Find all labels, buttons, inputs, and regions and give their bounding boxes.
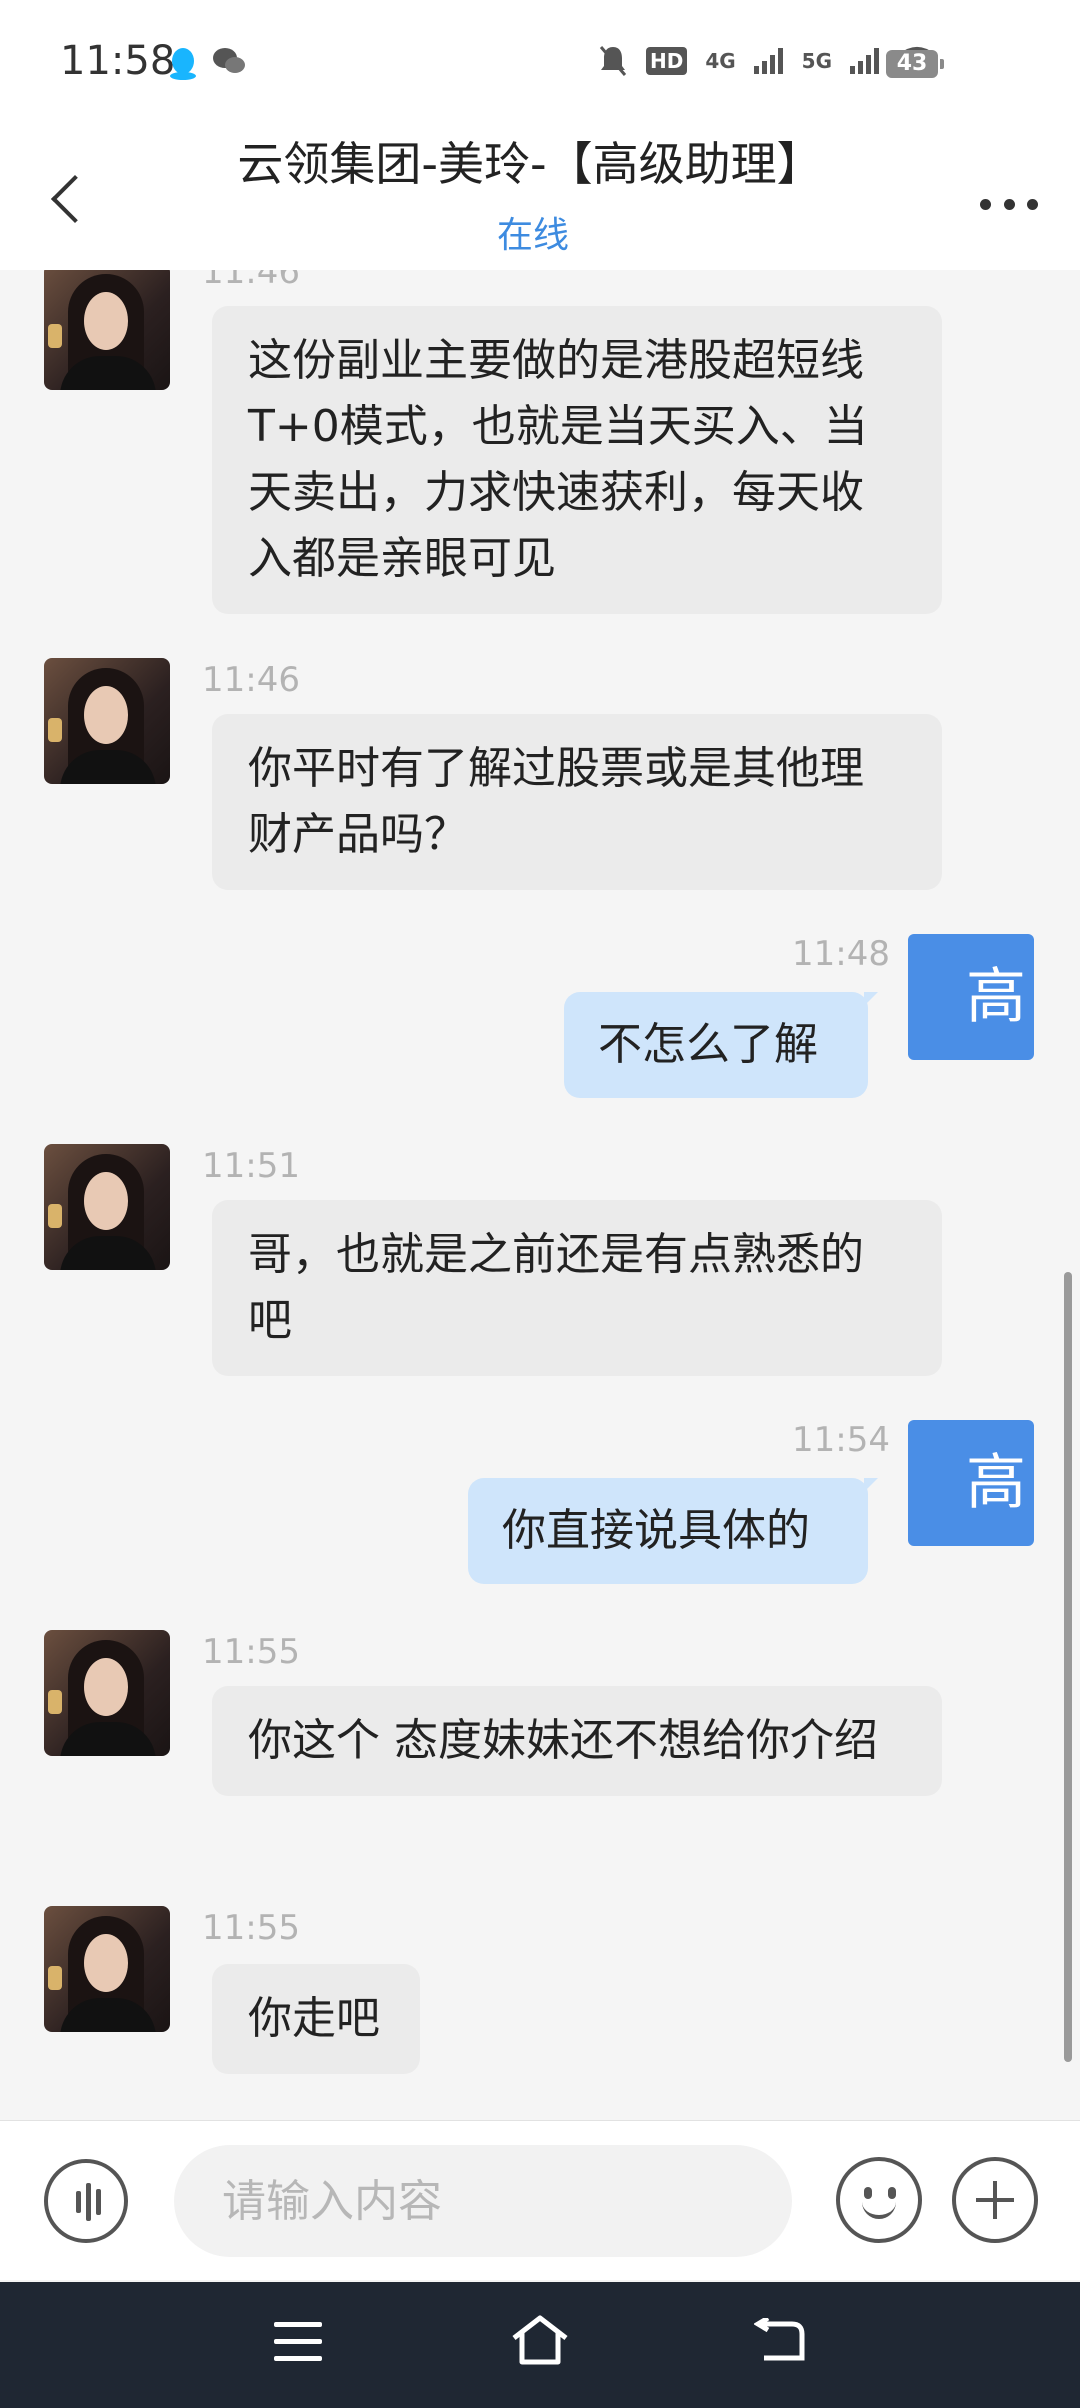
incoming-message-bubble[interactable]: 你这个 态度妹妹还不想给你介绍: [212, 1686, 942, 1796]
my-avatar[interactable]: 高: [908, 934, 1034, 1060]
incoming-message-bubble[interactable]: 你平时有了解过股票或是其他理财产品吗？: [212, 714, 942, 890]
chat-scrollbar[interactable]: [1064, 1272, 1072, 2062]
input-bar: [0, 2120, 1080, 2280]
message-timestamp: 11:54: [792, 1420, 890, 1460]
signal-4g-icon: [753, 48, 783, 74]
outgoing-message-bubble[interactable]: 不怎么了解: [564, 992, 878, 1098]
status-bar: 11:58 HD 4G 5G 43: [0, 0, 1080, 110]
message-timestamp: 11:55: [202, 1908, 300, 1948]
plus-icon[interactable]: [952, 2157, 1038, 2243]
voice-icon[interactable]: [44, 2159, 128, 2243]
contact-avatar[interactable]: [44, 658, 170, 784]
message-timestamp: 11:55: [202, 1632, 300, 1672]
hd-badge: HD: [645, 47, 688, 75]
online-status: 在线: [496, 215, 569, 256]
system-nav-bar: [0, 2282, 1080, 2408]
message-input[interactable]: [174, 2145, 792, 2257]
net-5g-label: 5G: [801, 49, 832, 73]
contact-avatar[interactable]: [44, 270, 170, 390]
mute-bell-icon: [599, 46, 627, 76]
back-nav-icon[interactable]: [754, 2318, 806, 2364]
qq-icon: [170, 48, 196, 80]
incoming-message-bubble[interactable]: 哥，也就是之前还是有点熟悉的吧: [212, 1200, 942, 1376]
my-avatar[interactable]: 高: [908, 1420, 1034, 1546]
chat-title: 云领集团-美玲-【高级助理】: [237, 137, 823, 191]
battery-indicator: 43: [886, 50, 944, 78]
wechat-icon: [213, 48, 245, 73]
message-list[interactable]: 11:46 这份副业主要做的是港股超短线T+0模式，也就是当天买入、当天卖出，力…: [0, 270, 1080, 2120]
incoming-message-bubble[interactable]: 你走吧: [212, 1964, 420, 2074]
status-time: 11:58: [60, 38, 176, 84]
incoming-message-bubble[interactable]: 这份副业主要做的是港股超短线T+0模式，也就是当天买入、当天卖出，力求快速获利，…: [212, 306, 942, 614]
outgoing-message-bubble[interactable]: 你直接说具体的: [468, 1478, 878, 1584]
message-timestamp: 11:46: [202, 660, 300, 700]
emoji-icon[interactable]: [836, 2157, 922, 2243]
more-dots-icon[interactable]: [974, 172, 1044, 236]
menu-icon[interactable]: [274, 2322, 322, 2362]
message-timestamp: 11:51: [202, 1146, 300, 1186]
chat-header: 云领集团-美玲-【高级助理】 在线: [0, 110, 1080, 270]
net-4g-label: 4G: [705, 49, 736, 73]
contact-avatar[interactable]: [44, 1630, 170, 1756]
contact-avatar[interactable]: [44, 1144, 170, 1270]
signal-5g-icon: [850, 48, 879, 74]
home-icon[interactable]: [508, 2312, 572, 2368]
message-timestamp: 11:48: [792, 934, 890, 974]
message-timestamp: 11:46: [202, 270, 300, 292]
contact-avatar[interactable]: [44, 1906, 170, 2032]
